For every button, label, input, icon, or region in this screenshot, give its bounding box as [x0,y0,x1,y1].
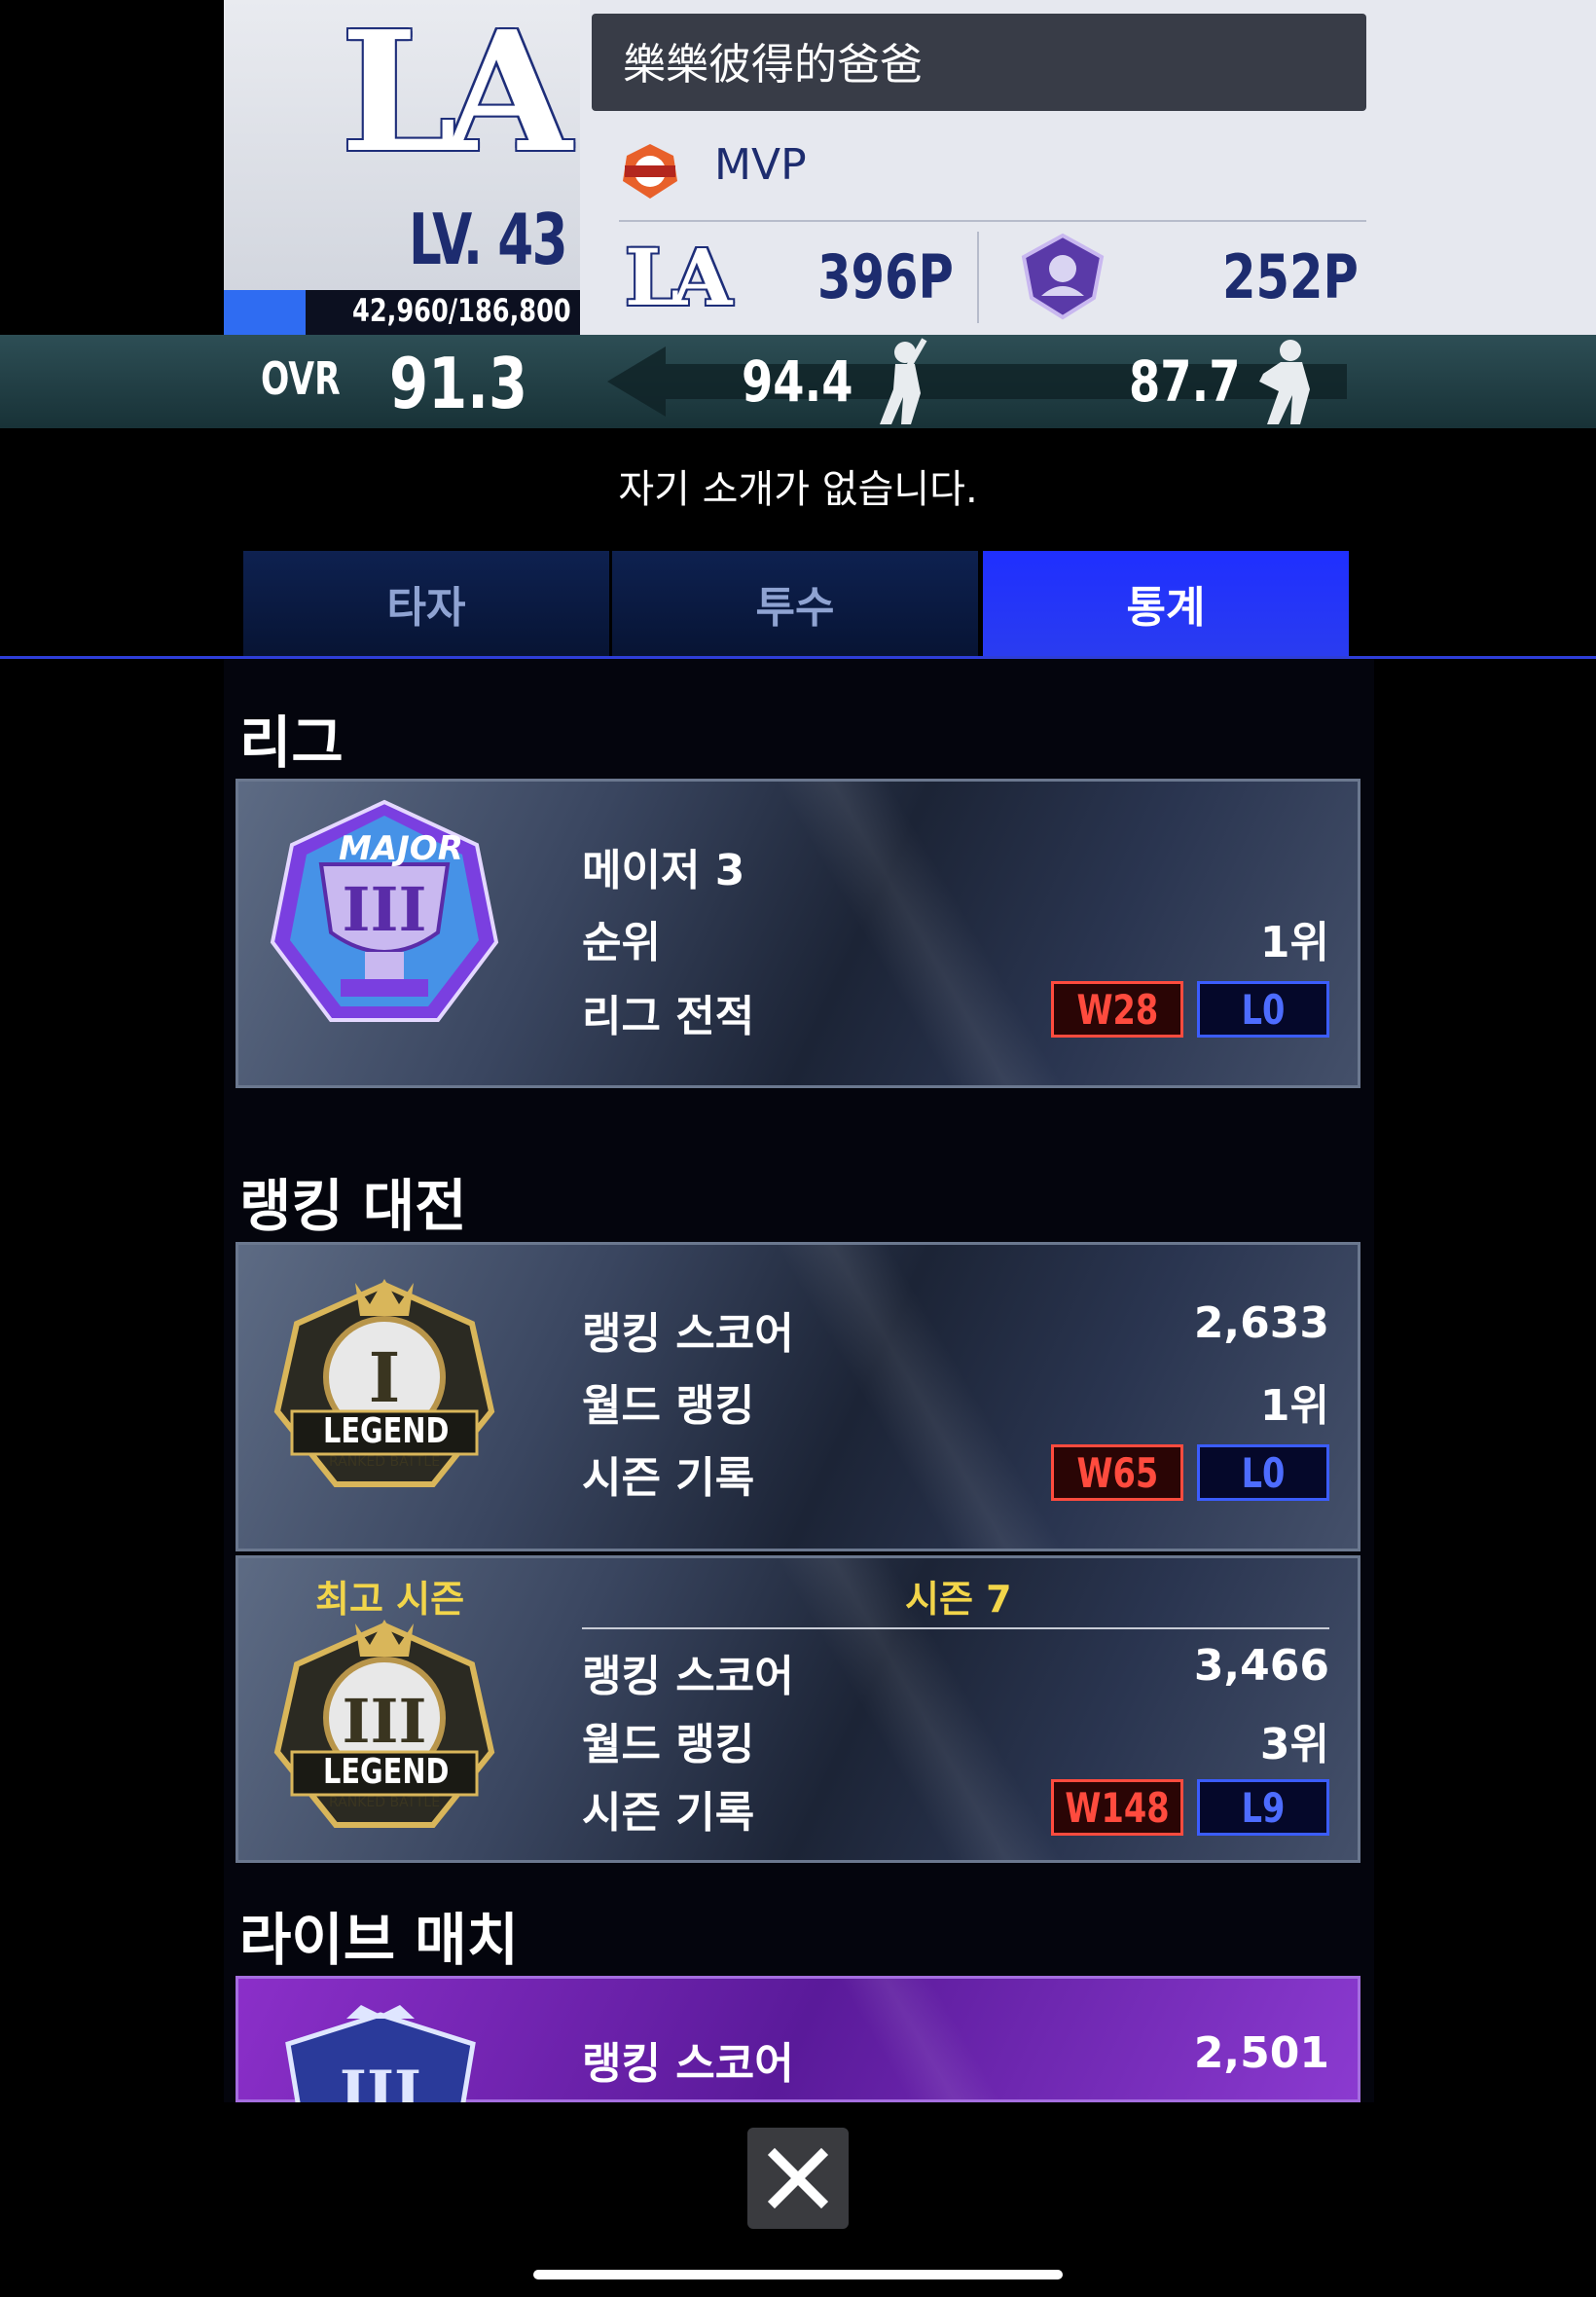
xp-bar-fill [224,290,307,335]
section-title-ranked: 랭킹 대전 [239,1173,467,1239]
league-tier: 메이저 3 [582,846,745,895]
best-world: 3위 [1259,1720,1329,1769]
ranked-score: 2,633 [1193,1298,1329,1348]
svg-text:III: III [342,1686,426,1757]
legend-badge-sub: RANKED BATTLE [329,1454,441,1470]
la-logo-icon: LA [341,0,571,190]
live-score: 2,501 [1193,2028,1329,2078]
legend-badge-sub: RANKED BATTLE [329,1795,441,1810]
ranked-world: 1위 [1259,1381,1329,1431]
legend-badge-1: I [263,1265,506,1509]
level-text: LV. 43 [409,199,568,280]
season-divider [582,1627,1329,1629]
home-indicator[interactable] [533,2270,1063,2279]
ranked-score-label: 랭킹 스코어 [582,1309,794,1359]
divider [977,232,979,323]
legend-badge-text: LEGEND [323,1752,450,1792]
tab-pitcher[interactable]: 투수 [612,551,978,656]
team-points: 396P [817,241,954,312]
section-title-live: 라이브 매치 [239,1907,519,1973]
la-logo-icon: LA [625,232,732,323]
best-losses: L9 [1197,1779,1329,1836]
section-title-league: 리그 [239,710,344,776]
svg-text:III: III [340,2059,421,2102]
best-score-label: 랭킹 스코어 [582,1652,794,1701]
league-losses: L0 [1197,981,1329,1038]
svg-text:III: III [342,874,426,945]
live-badge: III [269,2005,492,2102]
mode-emblem-icon [1016,230,1109,323]
player-name: 樂樂彼得的爸爸 [623,40,923,90]
baseball-emblem-icon [621,142,679,201]
legend-badge-3: III [263,1606,506,1849]
close-icon [767,2147,829,2209]
ovr-value: 91.3 [389,343,528,424]
batter-icon [856,335,944,428]
pitcher-ovr: 87.7 [1129,348,1241,415]
batter-ovr: 94.4 [742,348,853,415]
close-button[interactable] [747,2128,849,2229]
major-badge-text: MAJOR [339,829,463,868]
ranked-record-label: 시즌 기록 [582,1453,755,1503]
league-rank: 1위 [1259,918,1329,967]
divider [619,220,1366,222]
league-record-label: 리그 전적 [582,992,755,1041]
best-score: 3,466 [1193,1641,1329,1691]
mode-points: 252P [1222,241,1359,312]
best-world-label: 월드 랭킹 [582,1720,755,1769]
best-season-name: 시즌 7 [905,1578,1012,1621]
ranked-wins: W65 [1051,1444,1183,1501]
best-wins: W148 [1051,1779,1183,1836]
league-wins: W28 [1051,981,1183,1038]
grade-text: MVP [714,140,807,190]
tab-stats[interactable]: 통계 [983,551,1349,656]
league-rank-label: 순위 [582,918,661,967]
best-record-label: 시즌 기록 [582,1788,755,1838]
ovr-label: OVR [261,352,341,405]
ranked-losses: L0 [1197,1444,1329,1501]
xp-text: 42,960/186,800 [352,292,571,329]
self-intro: 자기 소개가 없습니다. [618,467,978,512]
ranked-world-label: 월드 랭킹 [582,1381,755,1431]
live-score-label: 랭킹 스코어 [582,2039,794,2089]
tab-batter[interactable]: 타자 [243,551,609,656]
legend-badge-text: LEGEND [323,1411,450,1451]
svg-text:I: I [369,1337,401,1418]
pitcher-icon [1240,335,1327,428]
